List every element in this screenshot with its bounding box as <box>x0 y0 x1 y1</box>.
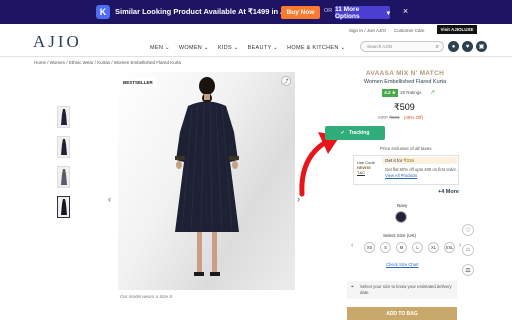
thumbnail-1[interactable] <box>57 106 70 128</box>
nav-item-women[interactable]: WOMEN ⌄ <box>179 45 209 51</box>
dress-thumbnail-icon <box>60 139 67 155</box>
wishlist-heart-icon[interactable]: ♡ <box>462 224 474 236</box>
size-label: Select Size (UK) <box>383 233 417 238</box>
dress-thumbnail-icon <box>60 109 67 125</box>
dress-thumbnail-icon <box>60 199 67 215</box>
share-icon[interactable]: ⤴ <box>281 76 291 86</box>
sign-in-link[interactable]: Sign In / Join AJIO <box>349 28 386 33</box>
offer-card: Use Code NEW50 T&C Get it for ₹316 Get f… <box>353 155 459 185</box>
get-it-for-label: Get it for <box>385 158 403 163</box>
chevron-down-icon: ▾ <box>386 9 390 17</box>
thumbnail-2[interactable] <box>57 136 70 158</box>
size-scroll-left-icon[interactable]: ‹ <box>351 242 353 249</box>
price: ₹509 <box>394 102 415 112</box>
more-options-button[interactable]: 11 More Options ▾ <box>335 5 390 20</box>
trend-up-icon: ↗ <box>430 90 436 96</box>
delivery-text: Select your size to know your estimated … <box>360 284 452 295</box>
size-chart-link[interactable]: Check Size Chart <box>386 262 419 267</box>
rating-count[interactable]: 28 Ratings <box>400 90 422 95</box>
nav-item-men[interactable]: MEN ⌄ <box>150 45 170 51</box>
or-separator: OR <box>324 8 333 14</box>
visit-ajioluxe-button[interactable]: Visit AJIOLUXE <box>437 25 477 34</box>
rating-badge[interactable]: 4.2 ★ <box>382 89 398 97</box>
product-title: Women Embellished Flared Kurta <box>363 79 447 85</box>
view-all-products-link[interactable]: View All Products <box>385 173 417 178</box>
size-option[interactable]: M <box>396 242 407 253</box>
nav-label: WOMEN <box>178 45 203 51</box>
size-option[interactable]: XXL <box>444 242 455 253</box>
offer-body-text: Get flat 50% off upto 400 on first order… <box>385 167 457 172</box>
scale-icon[interactable]: ⚖ <box>462 264 474 276</box>
more-offers-link[interactable]: +4 More <box>438 189 459 195</box>
nav-item-home-kitchen[interactable]: HOME & KITCHEN ⌄ <box>287 45 345 51</box>
check-icon: ✓ <box>340 130 345 136</box>
previous-image-arrow-icon[interactable]: ‹ <box>108 194 111 204</box>
offer-code-block: Use Code NEW50 T&C <box>357 160 377 175</box>
ajio-logo[interactable]: AJIO <box>33 32 82 52</box>
nav-item-beauty[interactable]: BEAUTY ⌄ <box>248 45 278 51</box>
color-label: Navy <box>397 203 408 208</box>
brand-name[interactable]: AVAASA MIX N' MATCH <box>340 70 470 77</box>
nav-label: BEAUTY <box>247 45 272 51</box>
search-icon[interactable]: ⌕ <box>436 43 439 52</box>
offer-price-strip: Get it for ₹316 <box>382 157 457 164</box>
home-icon[interactable]: ⌂ <box>462 244 474 256</box>
top-links: Sign In / Join AJIO Customer Care <box>349 28 425 33</box>
main-nav: MEN ⌄ WOMEN ⌄ KIDS ⌄ BEAUTY ⌄ HOME & KIT… <box>150 45 345 51</box>
size-option[interactable]: XS <box>364 242 375 253</box>
tracking-label: Tracking <box>348 130 370 136</box>
add-to-bag-button[interactable]: ADD TO BAG <box>347 307 457 320</box>
get-it-for-price: ₹316 <box>403 158 414 163</box>
nav-label: HOME & KITCHEN <box>287 45 339 51</box>
mrp-label: MRP <box>378 115 388 120</box>
nav-label: KIDS <box>217 45 232 51</box>
extension-logo-icon: K <box>96 5 110 19</box>
close-icon[interactable]: × <box>400 6 411 17</box>
extension-message: Similar Looking Product Available At ₹14… <box>115 7 310 16</box>
tax-note: Price inclusive of all taxes <box>380 146 432 151</box>
search-placeholder: Search AJIO <box>367 44 393 49</box>
heart-icon[interactable]: ♥ <box>462 41 473 52</box>
user-icon[interactable]: ● <box>448 41 459 52</box>
product-main-image[interactable]: BESTSELLER ⤴ <box>118 72 295 290</box>
customer-care-link[interactable]: Customer Care <box>394 28 425 33</box>
mrp-value: ₹999 <box>389 115 400 120</box>
size-scroll-right-icon[interactable]: › <box>459 242 461 249</box>
thumbnail-4[interactable] <box>57 196 70 218</box>
nav-item-kids[interactable]: KIDS ⌄ <box>218 45 239 51</box>
tracking-button[interactable]: ✓ Tracking <box>325 126 385 140</box>
color-swatch-navy[interactable] <box>395 211 407 223</box>
size-option[interactable]: XL <box>428 242 439 253</box>
search-input[interactable]: Search AJIO ⌕ <box>360 41 444 52</box>
bag-icon[interactable]: ▣ <box>476 41 487 52</box>
mrp-line: MRP ₹999 (49% Off) <box>378 115 423 121</box>
bestseller-badge: BESTSELLER <box>120 78 156 87</box>
discount-percent: (49% Off) <box>403 115 424 120</box>
offer-description: Get flat 50% off upto 400 on first order… <box>385 167 457 178</box>
location-pin-icon: ⌖ <box>351 284 354 290</box>
thumbnail-3[interactable] <box>57 166 70 188</box>
size-option[interactable]: L <box>412 242 423 253</box>
extension-banner: K Similar Looking Product Available At ₹… <box>0 0 512 24</box>
tc-link[interactable]: T&C <box>357 170 377 175</box>
size-option[interactable]: S <box>380 242 391 253</box>
delivery-info[interactable]: ⌖ Select your size to know your estimate… <box>347 281 457 299</box>
more-options-label: 11 More Options <box>335 5 360 20</box>
model-size-caption: Our model wears a Size S <box>120 294 173 299</box>
breadcrumb[interactable]: Home / Women / Ethnic Wear / Kurtas / Wo… <box>34 60 181 65</box>
kurta-model-illustration <box>175 77 239 276</box>
buy-now-button[interactable]: Buy Now <box>281 6 320 19</box>
header-divider <box>0 56 512 57</box>
dress-thumbnail-icon <box>60 169 67 185</box>
nav-label: MEN <box>150 45 164 51</box>
